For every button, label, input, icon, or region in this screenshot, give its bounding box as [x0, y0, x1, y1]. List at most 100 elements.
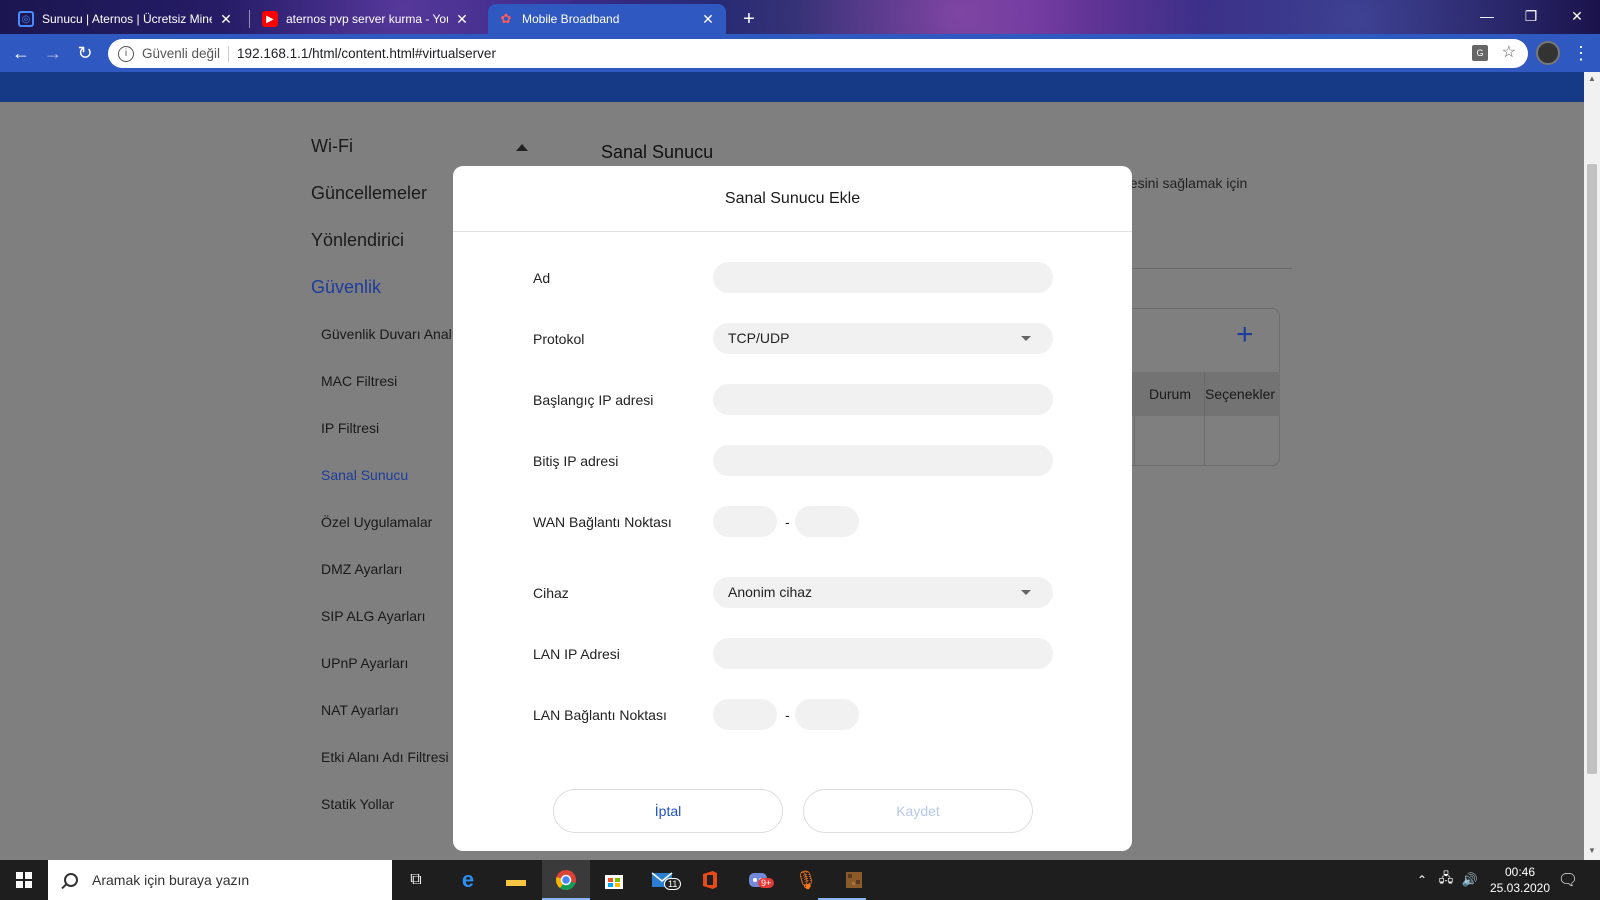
forward-icon[interactable]: →	[42, 42, 64, 64]
protocol-label: Protokol	[533, 331, 585, 347]
address-divider	[228, 45, 230, 62]
notification-icon[interactable]: 🗨	[1556, 868, 1580, 892]
browser-toolbar: ← → ↻ i Güvenli değil 192.168.1.1/html/c…	[0, 34, 1600, 72]
save-button[interactable]: Kaydet	[803, 789, 1033, 833]
caret-up-icon	[516, 144, 528, 151]
wan-port-end-input[interactable]	[795, 506, 859, 537]
new-tab-button[interactable]: +	[736, 6, 762, 32]
bookmark-star-icon[interactable]: ☆	[1502, 42, 1516, 62]
add-server-icon[interactable]: +	[1236, 320, 1254, 350]
tab-aternos[interactable]: ◎ Sunucu | Aternos | Ücretsiz Mine ✕	[8, 4, 244, 34]
discord-badge: 9+	[758, 878, 775, 888]
divider	[1130, 268, 1292, 269]
start-button[interactable]	[0, 860, 48, 900]
back-icon[interactable]: ←	[10, 42, 32, 64]
file-explorer-icon[interactable]: ▬	[504, 868, 528, 892]
store-icon[interactable]	[602, 868, 626, 892]
sidebar-sub-firewall[interactable]: Güvenlik Duvarı Anal	[321, 326, 452, 342]
profile-avatar[interactable]	[1536, 41, 1560, 65]
range-dash: -	[785, 707, 790, 723]
sidebar-sub-upnp[interactable]: UPnP Ayarları	[321, 655, 408, 671]
windows-taskbar: Aramak için buraya yazın ⧉ e ▬ 11 9+ 🎙 ⌃…	[0, 860, 1600, 900]
sidebar-sub-virtual-server[interactable]: Sanal Sunucu	[321, 467, 408, 483]
info-icon[interactable]: i	[118, 45, 134, 62]
restore-button[interactable]: ❐	[1508, 0, 1554, 32]
youtube-icon: ▶	[262, 11, 278, 27]
dialog-divider	[453, 231, 1132, 232]
sidebar-item-security[interactable]: Güvenlik	[311, 277, 381, 298]
close-window-button[interactable]: ✕	[1554, 0, 1600, 32]
lan-port-label: LAN Bağlantı Noktası	[533, 707, 667, 723]
protocol-select[interactable]: TCP/UDP	[713, 323, 1053, 354]
minimize-button[interactable]: —	[1464, 0, 1510, 32]
close-tab-icon[interactable]: ✕	[454, 11, 470, 28]
tab-youtube[interactable]: ▶ aternos pvp server kurma - YouTu ✕	[252, 4, 480, 34]
mail-badge: 11	[664, 878, 682, 890]
router-header-bar	[0, 72, 1584, 102]
sidebar-sub-domain-filter[interactable]: Etki Alanı Adı Filtresi	[321, 749, 449, 765]
lan-port-start-input[interactable]	[713, 699, 777, 730]
tab-mobile-broadband[interactable]: ✿ Mobile Broadband ✕	[488, 4, 726, 34]
page-title: Sanal Sunucu	[601, 142, 714, 162]
cancel-button[interactable]: İptal	[553, 789, 783, 833]
sidebar-sub-sip-alg[interactable]: SIP ALG Ayarları	[321, 608, 426, 624]
task-view-icon[interactable]: ⧉	[404, 868, 428, 892]
windows-logo-icon	[16, 872, 32, 888]
device-select[interactable]: Anonim cihaz	[713, 577, 1053, 608]
sidebar-sub-ip-filter[interactable]: IP Filtresi	[321, 420, 379, 436]
end-ip-input[interactable]	[713, 445, 1053, 476]
start-ip-input[interactable]	[713, 384, 1053, 415]
security-label: Güvenli değil	[142, 46, 221, 61]
sidebar-item-wifi[interactable]: Wi-Fi	[311, 136, 353, 157]
address-bar[interactable]: i Güvenli değil 192.168.1.1/html/content…	[108, 39, 1528, 68]
translate-icon[interactable]: G	[1472, 45, 1488, 61]
sidebar-item-router[interactable]: Yönlendirici	[311, 230, 404, 251]
name-label: Ad	[533, 270, 551, 286]
clock-time: 00:46	[1504, 865, 1536, 879]
name-input[interactable]	[713, 262, 1053, 293]
chrome-icon[interactable]	[554, 868, 578, 892]
chevron-up-icon[interactable]: ⌃	[1410, 868, 1434, 892]
sidebar-sub-mac-filter[interactable]: MAC Filtresi	[321, 373, 397, 389]
network-icon[interactable]: 🖧	[1434, 868, 1458, 892]
system-clock[interactable]: 00:46 25.03.2020	[1480, 864, 1560, 896]
chevron-down-icon	[1021, 590, 1031, 595]
discord-icon[interactable]: 9+	[746, 868, 775, 892]
huawei-icon: ✿	[500, 11, 512, 26]
minecraft-icon[interactable]	[842, 868, 866, 892]
device-value: Anonim cihaz	[728, 584, 813, 600]
taskbar-search[interactable]: Aramak için buraya yazın	[48, 860, 392, 900]
search-icon	[64, 873, 78, 887]
clock-date: 25.03.2020	[1489, 881, 1551, 895]
microphone-app-icon[interactable]: 🎙	[794, 868, 818, 892]
sidebar-item-updates[interactable]: Güncellemeler	[311, 183, 427, 204]
column-divider	[1134, 416, 1135, 466]
wan-port-start-input[interactable]	[713, 506, 777, 537]
protocol-value: TCP/UDP	[728, 330, 790, 346]
edge-icon[interactable]: e	[456, 867, 480, 892]
lan-ip-input[interactable]	[713, 638, 1053, 669]
range-dash: -	[785, 514, 790, 530]
chevron-down-icon	[1021, 336, 1031, 341]
reload-icon[interactable]: ↻	[74, 42, 96, 64]
office-icon[interactable]	[698, 868, 722, 892]
volume-icon[interactable]: 🔊	[1458, 868, 1482, 892]
menu-icon[interactable]: ⋮	[1572, 42, 1590, 64]
column-divider	[1204, 372, 1205, 466]
sidebar-sub-nat[interactable]: NAT Ayarları	[321, 702, 399, 718]
aternos-icon: ◎	[18, 11, 34, 27]
page-scrollbar[interactable]: ▲ ▼	[1584, 72, 1600, 860]
scroll-down-icon[interactable]: ▼	[1588, 846, 1596, 855]
lan-port-end-input[interactable]	[795, 699, 859, 730]
close-tab-icon[interactable]: ✕	[218, 11, 234, 28]
column-options: Seçenekler	[1205, 386, 1276, 402]
scrollbar-thumb[interactable]	[1587, 164, 1597, 774]
dialog-title: Sanal Sunucu Ekle	[724, 190, 861, 207]
page-description: nesini sağlamak için	[1122, 175, 1248, 191]
close-tab-icon[interactable]: ✕	[700, 11, 716, 28]
sidebar-sub-static-routes[interactable]: Statik Yollar	[321, 796, 394, 812]
sidebar-sub-dmz[interactable]: DMZ Ayarları	[321, 561, 402, 577]
scroll-up-icon[interactable]: ▲	[1588, 74, 1596, 83]
sidebar-sub-special-apps[interactable]: Özel Uygulamalar	[321, 514, 432, 530]
mail-icon[interactable]: 11	[650, 868, 682, 892]
